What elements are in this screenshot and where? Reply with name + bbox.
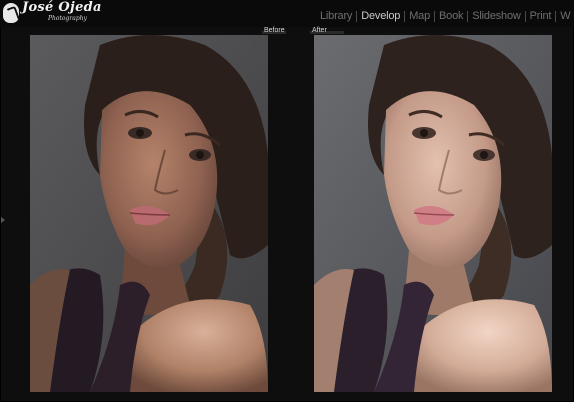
top-bar: José Ojeda Photography Library Develop M…: [0, 0, 574, 27]
module-book[interactable]: Book: [435, 10, 467, 22]
after-portrait-image: [314, 35, 552, 392]
after-photo: [314, 35, 552, 392]
module-library[interactable]: Library: [316, 10, 356, 22]
before-photo: [30, 35, 268, 392]
logo-icon: [3, 3, 19, 23]
after-label: After: [312, 27, 327, 34]
module-develop[interactable]: Develop: [357, 10, 404, 22]
module-map[interactable]: Map: [405, 10, 434, 22]
before-label: Before: [264, 27, 285, 34]
logo-name: José Ojeda: [22, 0, 102, 15]
module-print[interactable]: Print: [526, 10, 556, 22]
logo-subtitle: Photography: [48, 15, 87, 22]
before-portrait-image: [30, 35, 268, 392]
module-picker: Library Develop Map Book Slideshow Print…: [316, 9, 574, 23]
module-slideshow[interactable]: Slideshow: [468, 10, 524, 22]
left-panel-toggle-icon[interactable]: [1, 217, 5, 223]
module-web[interactable]: W: [556, 10, 574, 22]
